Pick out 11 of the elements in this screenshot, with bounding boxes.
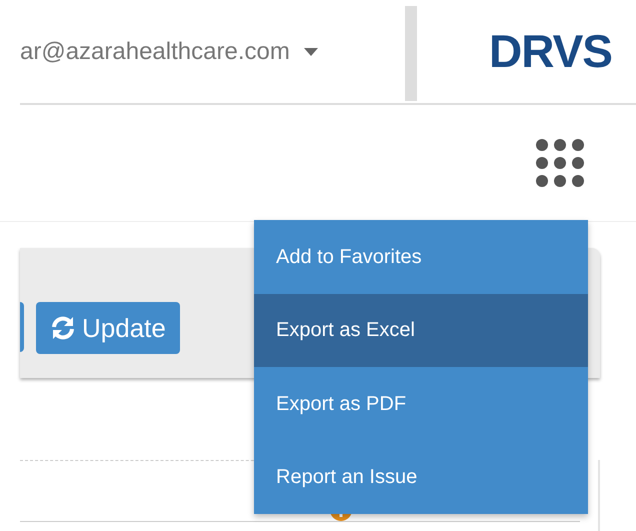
update-button[interactable]: Update <box>36 302 180 354</box>
menu-item[interactable]: Report an Issue <box>254 440 588 514</box>
grid-menu-icon[interactable] <box>535 138 585 188</box>
partial-button[interactable] <box>20 302 24 352</box>
logo: DRVS <box>489 24 612 79</box>
user-email[interactable]: ar@azarahealthcare.com <box>20 34 290 70</box>
menu-item[interactable]: Add to Favorites <box>254 220 588 294</box>
caret-icon[interactable] <box>304 48 318 56</box>
menu-item[interactable]: Export as PDF <box>254 367 588 440</box>
refresh-icon <box>50 315 76 341</box>
menu-item[interactable]: Export as Excel <box>254 294 588 367</box>
